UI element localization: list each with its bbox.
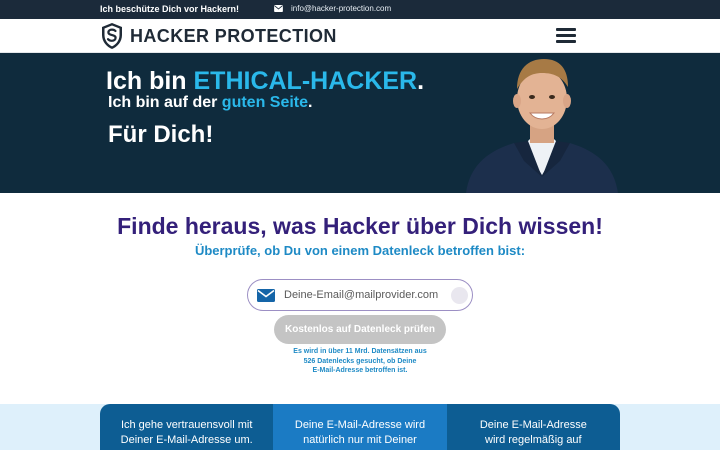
feature-card-monitoring: Deine E-Mail-Adresse wird regelmäßig auf — [446, 404, 620, 450]
search-info-line: Es wird in über 11 Mrd. Datensätzen aus — [293, 348, 427, 355]
hero-headline-suffix: . — [417, 67, 425, 95]
top-bar-email-text: info@hacker-protection.com — [291, 4, 392, 13]
feature-card-text: Deiner E-Mail-Adresse um. — [120, 434, 253, 446]
search-info-line: 526 Datenlecks gesucht, ob Deine — [303, 357, 417, 365]
email-field-wrapper — [247, 279, 473, 311]
hero-subline-suffix: . — [308, 94, 313, 111]
email-input[interactable] — [284, 289, 444, 301]
site-header: HACKER PROTECTION — [0, 19, 720, 53]
top-bar-slogan: Ich beschütze Dich vor Hackern! — [100, 4, 240, 14]
logo-text: HACKER PROTECTION — [130, 25, 337, 46]
feature-card-trust: Ich gehe vertrauensvoll mit Deiner E-Mai… — [100, 404, 274, 450]
hero-subline-highlight: guten Seite — [221, 94, 309, 111]
feature-card-text: Ich gehe vertrauensvoll mit — [120, 419, 253, 431]
feature-card-text: wird regelmäßig auf — [485, 434, 582, 446]
top-bar-email-link[interactable]: info@hacker-protection.com — [274, 4, 391, 13]
hero-headline-prefix: Ich bin — [106, 67, 194, 95]
hero-headline-highlight: ETHICAL-HACKER — [193, 67, 418, 95]
section-subtitle: Überprüfe, ob Du von einem Datenleck bet… — [194, 243, 526, 258]
site-logo[interactable]: HACKER PROTECTION — [100, 22, 337, 50]
input-status-indicator — [451, 286, 468, 304]
check-data-leak-button[interactable]: Kostenlos auf Datenleck prüfen — [274, 315, 446, 344]
search-info-line: E-Mail-Adresse betroffen ist. — [312, 367, 408, 374]
feature-cards: Ich gehe vertrauensvoll mit Deiner E-Mai… — [100, 404, 620, 450]
feature-card-text: Deine E-Mail-Adresse wird — [294, 419, 426, 431]
hero-tagline: Für Dich! — [108, 121, 214, 148]
envelope-icon — [274, 5, 283, 12]
section-title: Finde heraus, was Hacker über Dich wisse… — [117, 213, 603, 239]
hero-subline: Ich bin auf der guten Seite. — [108, 94, 312, 112]
hero-banner: Ich bin ETHICAL-HACKER. Ich bin auf der … — [0, 53, 720, 193]
feature-card-text: natürlich nur mit Deiner — [303, 434, 417, 446]
hero-headline: Ich bin ETHICAL-HACKER. — [106, 67, 424, 96]
feature-card-text: Deine E-Mail-Adresse — [479, 419, 587, 431]
feature-card-consent: Deine E-Mail-Adresse wird natürlich nur … — [273, 404, 447, 450]
hero-subline-prefix: Ich bin auf der — [108, 94, 222, 111]
shield-s-icon — [102, 23, 122, 49]
portrait-photo — [466, 59, 618, 193]
top-bar: Ich beschütze Dich vor Hackern! info@hac… — [0, 0, 720, 19]
hamburger-menu-icon[interactable] — [556, 28, 576, 44]
search-info-note: Es wird in über 11 Mrd. Datensätzen aus … — [290, 347, 430, 376]
envelope-icon — [257, 288, 275, 302]
